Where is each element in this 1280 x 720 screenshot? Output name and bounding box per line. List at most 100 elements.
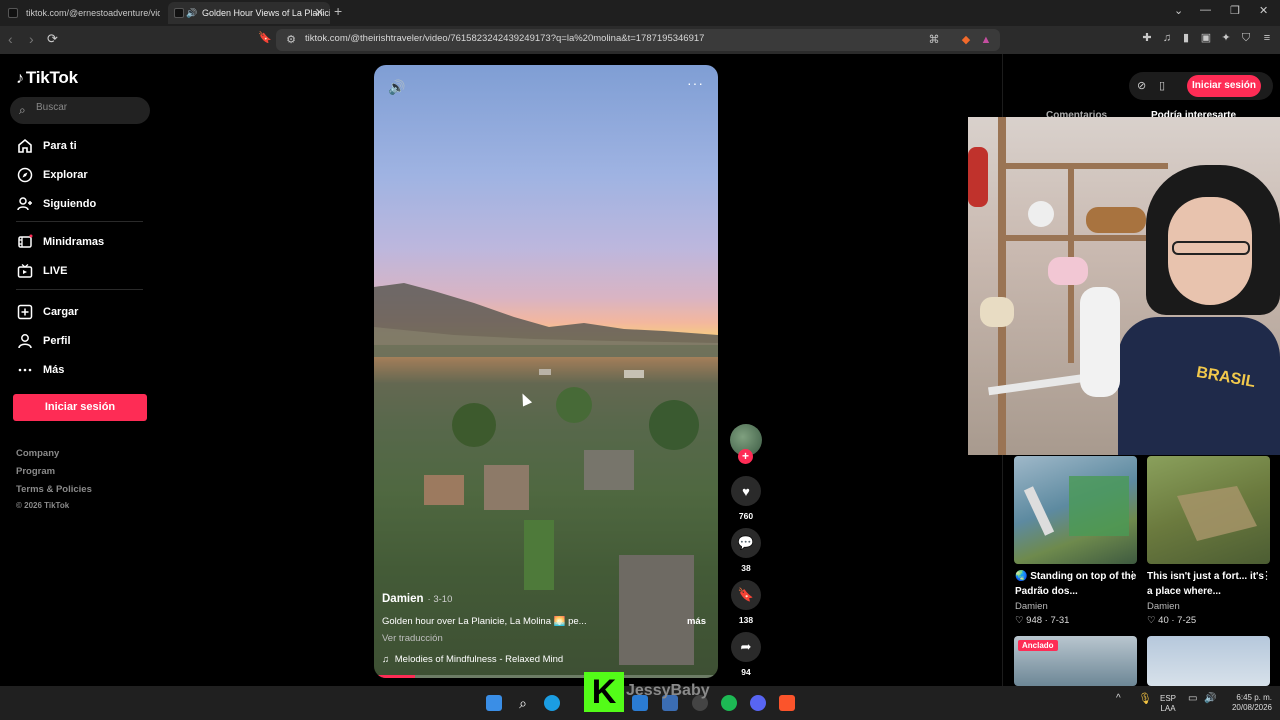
site-info-icon[interactable]: ⚙ xyxy=(285,34,297,46)
nav-label: LIVE xyxy=(43,265,68,277)
menu-icon[interactable]: ≡ xyxy=(1261,32,1273,44)
header-login-button[interactable]: Iniciar sesión xyxy=(1187,75,1261,97)
recommended-thumb-3[interactable]: Anclado xyxy=(1014,636,1137,686)
nav-item-mas[interactable]: Más xyxy=(16,360,156,380)
search-box[interactable]: ⌕ xyxy=(10,97,150,124)
system-clock[interactable]: 6:45 p. m. 20/08/2026 xyxy=(1224,693,1272,713)
lang-layout: LAA xyxy=(1160,704,1176,713)
comment-button[interactable]: 💬 xyxy=(731,528,761,558)
close-tab-icon[interactable]: ✕ xyxy=(315,2,324,24)
nav-item-minidramas[interactable]: Minidramas xyxy=(16,232,156,252)
author-name[interactable]: Damien xyxy=(382,593,424,605)
video-progress-bar[interactable] xyxy=(374,675,718,678)
edge-icon[interactable] xyxy=(544,695,560,711)
card-menu-icon[interactable]: ⋮ xyxy=(1261,569,1272,582)
search-icon[interactable]: ⌕ xyxy=(515,695,531,711)
recommended-title-1[interactable]: 🌏 Standing on top of the Padrão dos... xyxy=(1015,569,1139,599)
nav-item-cargar[interactable]: Cargar xyxy=(16,302,156,322)
share-button[interactable]: ➦ xyxy=(731,632,761,662)
pinned-badge: Anclado xyxy=(1018,640,1058,651)
music-title: Melodies of Mindfulness - Relaxed Mind xyxy=(394,654,564,665)
search-input[interactable] xyxy=(36,102,144,113)
minimize-icon[interactable]: — xyxy=(1200,4,1211,16)
caption-more-link[interactable]: más xyxy=(687,616,706,627)
discord-icon[interactable] xyxy=(750,695,766,711)
save-button[interactable]: 🔖 xyxy=(731,580,761,610)
language-indicator[interactable]: ESP LAA xyxy=(1160,694,1176,714)
speaker-icon[interactable]: 🔊 xyxy=(186,2,197,24)
browser-tab-1[interactable]: tiktok.com/@ernestoadventure/video xyxy=(0,2,160,24)
address-bar[interactable]: ⚙ tiktok.com/@theirishtraveler/video/761… xyxy=(276,29,1000,51)
nav-label: Minidramas xyxy=(43,236,105,248)
plush-toy xyxy=(968,147,988,207)
kick-logo: K xyxy=(584,672,624,712)
video-player[interactable]: 🔊 ··· Damien · 3-10 Golden hour over La P… xyxy=(374,65,718,678)
extensions-icon[interactable]: ✚ xyxy=(1141,32,1153,44)
recommended-thumb-2[interactable] xyxy=(1147,456,1270,564)
glasses xyxy=(1172,241,1250,255)
leo-ai-icon[interactable]: ✦ xyxy=(1220,32,1232,44)
wallet-icon[interactable]: ▣ xyxy=(1200,32,1212,44)
nav-item-perfil[interactable]: Perfil xyxy=(16,331,156,351)
tiktok-favicon-icon xyxy=(8,8,18,18)
plush-toy xyxy=(980,297,1014,327)
network-icon[interactable]: ▭ xyxy=(1188,694,1197,704)
volume-icon[interactable]: 🔊 xyxy=(388,79,405,96)
nav-item-explorar[interactable]: Explorar xyxy=(16,165,156,185)
browser-tab-2-active[interactable]: 🔊 Golden Hour Views of La Planicie ✕ xyxy=(168,2,330,24)
profile-icon xyxy=(16,332,34,350)
tiktok-logo[interactable]: ♪ TikTok xyxy=(16,68,78,88)
recommended-author-2[interactable]: Damien xyxy=(1147,601,1180,612)
footer-link-terms[interactable]: Terms & Policies xyxy=(16,484,92,495)
tiktok-favicon-icon xyxy=(174,8,184,18)
like-button[interactable]: ♥ xyxy=(731,476,761,506)
vpn-icon[interactable]: ⛉ xyxy=(1240,32,1252,44)
follow-plus-icon[interactable]: + xyxy=(738,449,753,464)
footer-link-company[interactable]: Company xyxy=(16,448,59,459)
tray-chevron-icon[interactable]: ^ xyxy=(1116,694,1121,704)
volume-tray-icon[interactable]: 🔊 xyxy=(1204,694,1216,704)
reload-icon[interactable]: ⟳ xyxy=(47,31,58,47)
spotify-icon[interactable] xyxy=(721,695,737,711)
coins-icon[interactable]: ⊘ xyxy=(1137,79,1146,92)
video-author[interactable]: Damien · 3-10 xyxy=(382,593,452,605)
windows-start-icon[interactable] xyxy=(486,695,502,711)
close-window-icon[interactable]: ✕ xyxy=(1259,4,1268,17)
see-translation-link[interactable]: Ver traducción xyxy=(382,633,443,644)
login-button[interactable]: Iniciar sesión xyxy=(13,394,147,421)
nav-item-live[interactable]: LIVE xyxy=(16,261,156,281)
search-icon: ⌕ xyxy=(19,103,26,117)
logo-text: TikTok xyxy=(25,68,78,87)
new-tab-button[interactable]: + xyxy=(334,3,342,19)
music-link[interactable]: ♫ Melodies of Mindfulness - Relaxed Mind xyxy=(382,654,563,665)
mic-tray-icon[interactable]: 🎙 xyxy=(1138,694,1152,705)
tab-list-chevron-icon[interactable]: ⌄ xyxy=(1174,4,1183,17)
more-options-icon[interactable]: ··· xyxy=(687,75,704,91)
recommended-title-2[interactable]: This isn't just a fort... it's a place w… xyxy=(1147,569,1271,599)
device-icon[interactable]: ▯ xyxy=(1159,79,1165,92)
thumb-image xyxy=(1177,486,1257,541)
recommended-thumb-4[interactable] xyxy=(1147,636,1270,686)
navigation-bar: ‹ › ⟳ 🔖 ⚙ tiktok.com/@theirishtraveler/v… xyxy=(0,26,1280,54)
bookmark-icon[interactable]: 🔖 xyxy=(258,32,272,44)
nav-item-para-ti[interactable]: Para ti xyxy=(16,136,156,156)
nav-item-siguiendo[interactable]: Siguiendo xyxy=(16,194,156,214)
back-icon[interactable]: ‹ xyxy=(8,31,13,47)
brave-shield-icon[interactable]: ◆ xyxy=(960,34,972,46)
recommended-author-1[interactable]: Damien xyxy=(1015,601,1048,612)
more-icon xyxy=(16,361,34,379)
brave-icon[interactable] xyxy=(779,695,795,711)
nav-label: Cargar xyxy=(43,306,79,318)
sidebar-toggle-icon[interactable]: ▮ xyxy=(1180,32,1192,44)
url-text[interactable]: tiktok.com/@theirishtraveler/video/76158… xyxy=(305,33,704,44)
restore-icon[interactable]: ❐ xyxy=(1230,4,1240,17)
nav-label: Para ti xyxy=(43,140,77,152)
nav-label: Siguiendo xyxy=(43,198,97,210)
media-icon[interactable]: ♫ xyxy=(1161,32,1173,44)
forward-icon[interactable]: › xyxy=(29,31,34,47)
recommended-thumb-1[interactable] xyxy=(1014,456,1137,564)
card-menu-icon[interactable]: ⋮ xyxy=(1127,569,1138,582)
brave-rewards-icon[interactable]: ▲ xyxy=(980,34,992,46)
translate-icon[interactable]: ⌘ xyxy=(928,34,940,46)
footer-link-program[interactable]: Program xyxy=(16,466,55,477)
